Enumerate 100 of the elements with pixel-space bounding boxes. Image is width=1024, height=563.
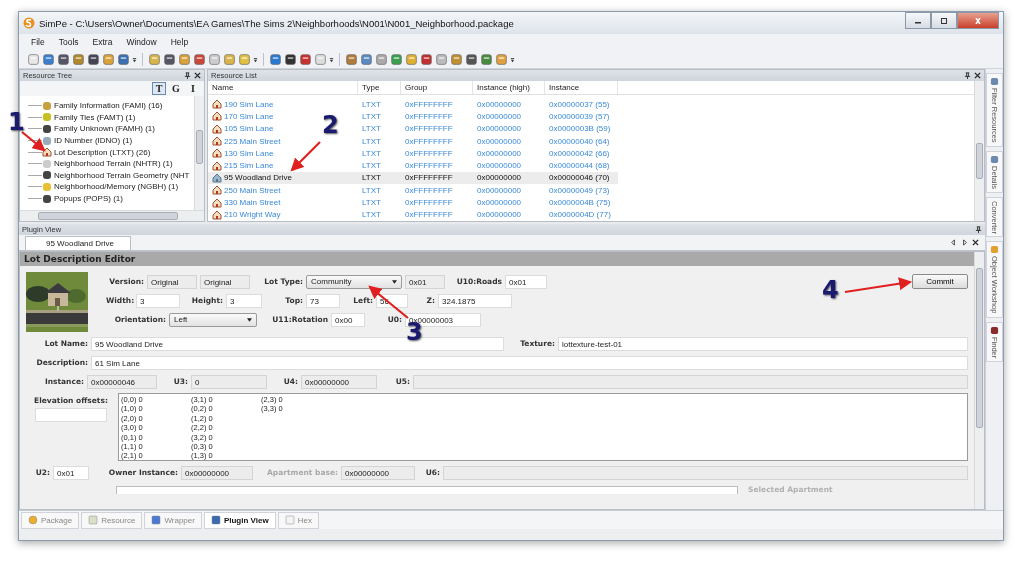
menu-item[interactable]: Help [164,37,197,47]
table-cell[interactable]: 0xFFFFFFFF [405,210,453,220]
scroll-right-icon[interactable] [961,239,968,246]
tree-item[interactable]: ID Number (IDNO) (1) [54,136,133,146]
table-cell[interactable]: LTXT [362,185,381,195]
table-cell[interactable]: 0x0000004B (75) [549,198,611,207]
table-cell[interactable]: 0x00000000 [477,136,522,146]
text-field[interactable]: 0x01 [53,465,89,480]
document-tab[interactable]: 95 Woodland Drive [25,236,131,250]
close-icon[interactable] [974,72,981,79]
scroll-left-icon[interactable] [950,239,957,246]
table-cell[interactable]: 210 Wright Way [224,210,281,220]
table-cell[interactable]: 0x00000000 [477,148,522,158]
text-field[interactable]: 3 [226,293,262,308]
text-field[interactable]: Original [147,274,197,289]
toolbar-icon[interactable] [299,52,312,66]
scrollbar[interactable] [194,96,204,210]
table-cell[interactable]: 250 Main Street [224,185,281,195]
tree-item[interactable]: Family Information (FAMI) (16) [54,101,163,111]
close-icon[interactable] [972,239,979,246]
text-field[interactable] [443,465,968,480]
table-cell[interactable]: LTXT [362,111,381,121]
table-cell[interactable]: 0xFFFFFFFF [405,185,453,195]
text-field[interactable]: 61 Sim Lane [91,355,968,370]
column-header[interactable]: Group [401,81,473,94]
view-toggle-button[interactable]: G [169,82,183,95]
table-cell[interactable]: 0x00000000 [477,173,522,183]
table-cell[interactable]: 0x00000000 [477,124,522,134]
table-cell[interactable]: 170 Sim Lane [224,111,274,121]
tree-item[interactable]: Lot Description (LTXT) (26) [54,147,151,157]
text-field[interactable] [413,374,968,389]
tree-item[interactable]: Neighborhood Terrain Geometry (NHT [54,170,190,180]
dropdown[interactable]: Left [169,312,257,327]
scrollbar[interactable] [974,252,984,509]
table-cell[interactable]: LTXT [362,198,381,207]
table-cell[interactable]: 130 Sim Lane [224,148,274,158]
toolbar-icon[interactable] [163,52,176,66]
toolbar-icon[interactable] [57,52,70,66]
commit-button[interactable]: Commit [912,274,968,289]
bottom-tab[interactable]: Hex [277,511,319,529]
table-cell[interactable]: LTXT [362,99,381,109]
table-cell[interactable]: 190 Sim Lane [224,99,274,109]
table-cell[interactable]: LTXT [362,210,381,220]
table-cell[interactable]: LTXT [362,124,381,134]
menu-item[interactable]: Extra [86,37,121,47]
text-field[interactable]: 0x00000046 [87,374,157,389]
pin-icon[interactable] [184,72,191,79]
table-cell[interactable]: 0xFFFFFFFF [405,198,453,207]
table-cell[interactable]: 0x00000042 (66) [549,148,610,158]
table-cell[interactable]: 0x00000000 [477,185,522,195]
tree-item[interactable]: Neighborhood/Memory (NGBH) (1) [54,182,179,192]
toolbar-icon[interactable] [465,52,478,66]
table-cell[interactable]: 225 Main Street [224,136,281,146]
scrollbar[interactable] [974,81,984,221]
text-field[interactable]: 0 [191,374,267,389]
table-cell[interactable]: 0x00000044 (68) [549,161,610,171]
toolbar-icon[interactable] [420,52,433,66]
menu-item[interactable]: File [25,37,53,47]
column-header[interactable]: Instance [545,81,618,94]
column-header[interactable]: Name [208,81,358,94]
table-cell[interactable]: 0xFFFFFFFF [405,136,453,146]
table-cell[interactable]: 0x00000000 [477,111,522,121]
bottom-tab[interactable]: Resource [81,511,143,529]
table-cell[interactable]: 0xFFFFFFFF [405,124,453,134]
table-cell[interactable]: LTXT [362,136,381,146]
text-field[interactable]: 0x00000000 [181,465,253,480]
maximize-button[interactable] [931,12,957,29]
tree-item[interactable]: Neighborhood Terrain (NHTR) (1) [54,159,173,169]
toolbar-icon[interactable] [87,52,100,66]
table-cell[interactable]: 95 Woodland Drive [224,173,292,183]
table-cell[interactable]: 0xFFFFFFFF [405,161,453,171]
text-field[interactable]: 324.1875 [438,293,512,308]
tree-item[interactable]: Family Ties (FAMT) (1) [54,112,136,122]
text-field[interactable]: 0x01 [405,274,445,289]
menu-item[interactable]: Window [120,37,165,47]
scrollbar[interactable] [20,210,204,221]
table-cell[interactable]: 0x00000046 (70) [549,173,610,183]
table-cell[interactable]: 0x00000037 (55) [549,99,610,109]
table-cell[interactable]: 0xFFFFFFFF [405,111,453,121]
table-cell[interactable]: LTXT [362,173,381,183]
text-field[interactable]: 0x00000000 [301,374,377,389]
pin-icon[interactable] [964,72,971,79]
dropdown[interactable]: Community [306,274,402,289]
tree-item[interactable]: Popups (POPS) (1) [54,194,123,204]
view-toggle-button[interactable]: T [152,82,166,95]
text-field[interactable]: 73 [306,293,340,308]
tree-item[interactable]: Family Unknown (FAMH) (1) [54,124,155,134]
table-cell[interactable]: 0x00000000 [477,99,522,109]
table-cell[interactable]: 0x00000039 (57) [549,111,610,121]
table-cell[interactable]: 0x00000040 (64) [549,136,610,146]
view-toggle-button[interactable]: I [186,82,200,95]
bottom-tab[interactable]: Wrapper [144,511,202,529]
text-field[interactable]: lottexture-test-01 [558,336,968,351]
table-cell[interactable]: 0xFFFFFFFF [405,173,453,183]
bottom-tab[interactable]: Package [21,511,80,529]
pin-icon[interactable] [975,226,982,233]
table-cell[interactable]: 330 Main Street [224,198,281,207]
table-cell[interactable]: 0x00000049 (73) [549,185,610,195]
toolbar-icon[interactable] [284,52,297,66]
close-icon[interactable] [194,72,201,79]
